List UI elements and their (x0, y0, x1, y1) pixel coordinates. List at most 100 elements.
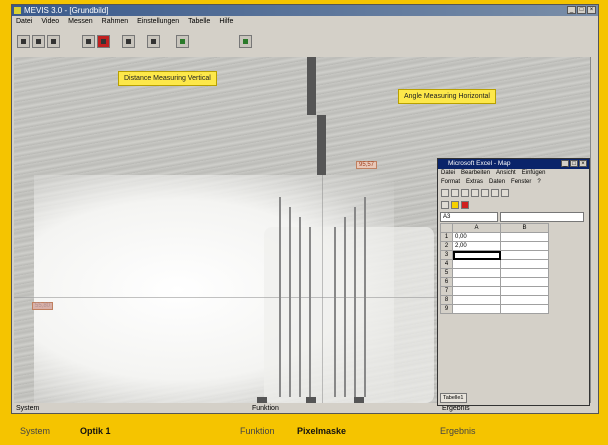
vertical-measure-label: Distance Measuring Vertical (118, 71, 217, 86)
table-row: 5 (440, 268, 549, 278)
excel-menu-item[interactable]: Fenster (511, 178, 531, 187)
excel-menu-item[interactable]: Ansicht (496, 169, 516, 178)
name-box[interactable]: A3 (440, 212, 498, 222)
mask-bar (334, 227, 336, 397)
row-header[interactable]: 5 (440, 268, 453, 278)
preview-icon[interactable] (481, 189, 489, 197)
column-header-a[interactable]: A (452, 223, 501, 233)
title-bar: MEVIS 3.0 - [Grundbild] _ □ × (12, 5, 598, 16)
menu-datei[interactable]: Datei (16, 16, 32, 27)
menu-hilfe[interactable]: Hilfe (219, 16, 233, 27)
stop-icon[interactable] (97, 34, 110, 48)
cell[interactable]: 0,00 (452, 232, 501, 242)
new-icon[interactable] (441, 189, 449, 197)
formula-input[interactable] (500, 212, 584, 222)
excel-format-toolbar (438, 199, 589, 211)
cell[interactable] (452, 268, 501, 278)
excel-window[interactable]: Microsoft Excel - Map _ □ × Datei Bearbe… (437, 158, 590, 406)
minimize-button[interactable]: _ (567, 6, 576, 14)
split-icon[interactable] (82, 34, 95, 48)
cell[interactable] (500, 277, 549, 287)
excel-minimize-button[interactable]: _ (561, 160, 569, 167)
cell[interactable] (452, 259, 501, 269)
maximize-button[interactable]: □ (577, 6, 586, 14)
formula-bar: A3 (440, 212, 587, 222)
spreadsheet-grid[interactable]: A B 1 0,00 2 2,00 3 4 5 6 7 8 9 (440, 223, 549, 314)
open-icon[interactable] (451, 189, 459, 197)
cell[interactable] (452, 286, 501, 296)
vertical-scrollbar[interactable] (590, 57, 598, 403)
excel-menu-item[interactable]: Extras (466, 178, 483, 187)
mask-bar (309, 227, 311, 397)
menu-tabelle[interactable]: Tabelle (188, 16, 210, 27)
row-header[interactable]: 2 (440, 241, 453, 251)
measure-edge-top (307, 57, 316, 115)
menu-rahmen[interactable]: Rahmen (102, 16, 128, 27)
cell[interactable] (500, 259, 549, 269)
select-icon[interactable] (122, 34, 135, 48)
font-color-icon[interactable] (461, 201, 469, 209)
cell[interactable] (500, 286, 549, 296)
table-row: 3 (440, 250, 549, 260)
grid-icon[interactable] (47, 34, 60, 48)
column-header-b[interactable]: B (500, 223, 549, 233)
table-row: 4 (440, 259, 549, 269)
horizontal-measure-label: Angle Measuring Horizontal (398, 89, 496, 104)
vertical-guide-line (322, 175, 323, 403)
border-icon[interactable] (441, 201, 449, 209)
excel-menu-item[interactable]: Datei (441, 169, 455, 178)
footer-system-label: System (20, 426, 51, 436)
menu-video[interactable]: Video (41, 16, 59, 27)
window-controls: _ □ × (567, 6, 596, 14)
print-icon[interactable] (471, 189, 479, 197)
row-header[interactable]: 3 (440, 250, 453, 260)
row-header[interactable]: 4 (440, 259, 453, 269)
row-header[interactable]: 1 (440, 232, 453, 242)
cell[interactable] (500, 304, 549, 314)
excel-menu-item[interactable]: ? (537, 178, 540, 187)
close-button[interactable]: × (587, 6, 596, 14)
excel-maximize-button[interactable]: □ (570, 160, 578, 167)
excel-title: Microsoft Excel - Map (448, 160, 511, 167)
cell[interactable] (500, 232, 549, 242)
camera-icon[interactable] (17, 34, 30, 48)
sheet-tab[interactable]: Tabelle1 (440, 393, 467, 403)
save-icon[interactable] (461, 189, 469, 197)
mask-bar (344, 217, 346, 397)
row-header[interactable]: 7 (440, 286, 453, 296)
excel-close-button[interactable]: × (579, 160, 587, 167)
cell[interactable] (500, 268, 549, 278)
person-icon[interactable] (176, 34, 189, 48)
row-header[interactable]: 6 (440, 277, 453, 287)
row-header[interactable]: 9 (440, 304, 453, 314)
cell[interactable] (452, 277, 501, 287)
cell[interactable]: 2,00 (452, 241, 501, 251)
excel-menu-item[interactable]: Bearbeiten (461, 169, 490, 178)
excel-window-controls: _ □ × (561, 160, 587, 167)
fill-color-icon[interactable] (451, 201, 459, 209)
mask-bar (279, 197, 281, 397)
image-icon[interactable] (32, 34, 45, 48)
table-row: 6 (440, 277, 549, 287)
cell[interactable] (452, 295, 501, 305)
spellcheck-icon[interactable] (491, 189, 499, 197)
cell[interactable] (500, 241, 549, 251)
tool-icon[interactable] (239, 34, 252, 48)
status-center: Funktion (252, 405, 279, 412)
menu-messen[interactable]: Messen (68, 16, 93, 27)
footer-result-label: Ergebnis (440, 426, 476, 436)
row-header[interactable]: 8 (440, 295, 453, 305)
active-cell[interactable] (452, 250, 501, 260)
excel-menu-item[interactable]: Format (441, 178, 460, 187)
cell[interactable] (500, 250, 549, 260)
measure-icon[interactable] (147, 34, 160, 48)
help-icon[interactable] (501, 189, 509, 197)
menu-einstellungen[interactable]: Einstellungen (137, 16, 179, 27)
excel-menu-item[interactable]: Daten (489, 178, 505, 187)
corner-cell[interactable] (440, 223, 453, 233)
cell[interactable] (500, 295, 549, 305)
cell[interactable] (452, 304, 501, 314)
table-row: 1 0,00 (440, 232, 549, 242)
app-icon (14, 7, 21, 14)
excel-menu-item[interactable]: Einfügen (522, 169, 546, 178)
